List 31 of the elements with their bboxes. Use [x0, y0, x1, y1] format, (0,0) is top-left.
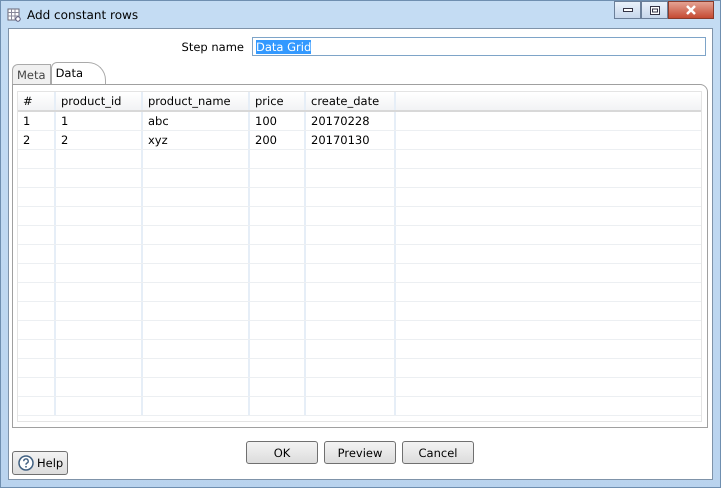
help-button[interactable]: Help: [12, 451, 68, 475]
column-header[interactable]: #: [18, 92, 56, 110]
tab[interactable]: Meta: [12, 64, 51, 85]
table-cell: 20170228: [306, 112, 396, 130]
help-icon: [18, 455, 34, 471]
column-header[interactable]: product_id: [56, 92, 143, 110]
table-cell: 1: [18, 112, 56, 130]
column-header[interactable]: price: [250, 92, 306, 110]
table-cell: 1: [56, 112, 143, 130]
step-name-label: Step name: [182, 40, 244, 54]
close-icon: [685, 5, 697, 15]
maximize-button[interactable]: [641, 1, 668, 19]
maximize-icon: [650, 6, 660, 14]
table-cell: 2: [18, 131, 56, 149]
close-button[interactable]: [668, 1, 714, 19]
table-cell: 100: [250, 112, 306, 130]
table-cell: xyz: [143, 131, 250, 149]
minimize-button[interactable]: [614, 1, 641, 19]
dialog-button[interactable]: Preview: [324, 441, 396, 464]
table-cell: 20170130: [306, 131, 396, 149]
minimize-icon: [622, 8, 632, 12]
table-cell: 200: [250, 131, 306, 149]
dialog-button[interactable]: OK: [246, 441, 318, 464]
dialog-button[interactable]: Cancel: [402, 441, 474, 464]
table-cell: 2: [56, 131, 143, 149]
tab[interactable]: Data: [50, 62, 106, 85]
window-title: Add constant rows: [27, 8, 140, 22]
column-header[interactable]: create_date: [306, 92, 396, 110]
column-header[interactable]: product_name: [143, 92, 250, 110]
table-cell: abc: [143, 112, 250, 130]
table-icon: [7, 8, 21, 22]
